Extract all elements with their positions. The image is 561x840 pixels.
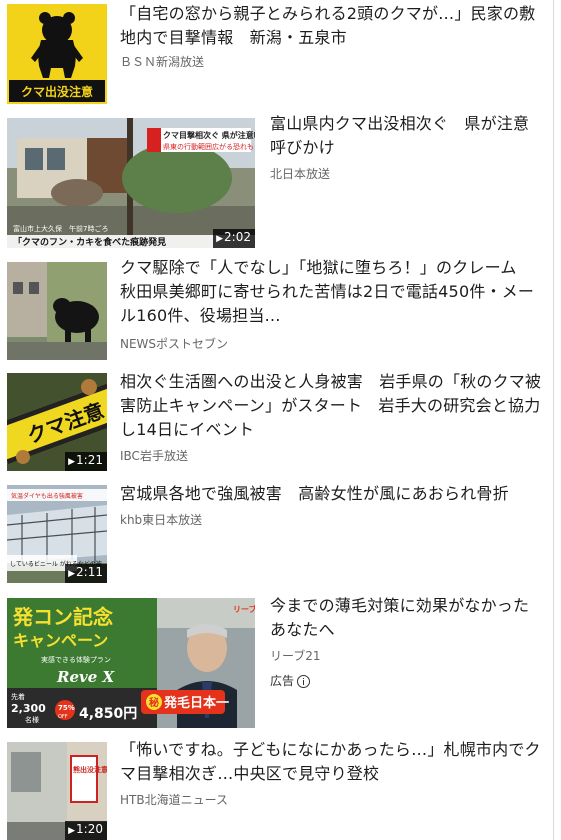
article-source: khb東日本放送 <box>120 513 203 527</box>
list-item[interactable]: クマ駆除で「人でなし」「地獄に堕ちろ！」のクレーム 秋田県美郷町に寄せられた苦情… <box>0 250 554 362</box>
list-item[interactable]: 気温ダイヤも出る強風被害 しているビニール がれるなどの被 ▶2:11 宮城県各… <box>0 474 554 586</box>
svg-text:県東の行動範囲広がる恐れも: 県東の行動範囲広がる恐れも <box>163 142 254 151</box>
article-thumbnail[interactable]: クマ出没注意 <box>7 4 107 104</box>
list-item[interactable]: 熊出没注意 ▶1:20 「怖いですね。子どもになにかあったら…」札幌市内でクマ目… <box>0 732 554 840</box>
svg-text:キャンペーン: キャンペーン <box>13 631 108 650</box>
video-duration: ▶1:21 <box>65 452 107 471</box>
article-thumbnail[interactable]: 気温ダイヤも出る強風被害 しているビニール がれるなどの被 ▶2:11 <box>7 485 107 583</box>
play-icon: ▶ <box>68 569 76 579</box>
article-title[interactable]: 相次ぐ生活圏への出没と人身被害 岩手県の「秋のクマ被害防止キャンペーン」がスター… <box>120 370 550 442</box>
svg-text:リーブ21: リーブ21 <box>233 604 255 614</box>
play-icon: ▶ <box>68 457 76 467</box>
article-title[interactable]: 宮城県各地で強風被害 高齢女性が風にあおられ骨折 <box>120 482 550 506</box>
article-source: HTB北海道ニュース <box>120 793 228 807</box>
thumbnail-image <box>7 262 107 360</box>
svg-text:4,850円: 4,850円 <box>79 706 137 722</box>
play-icon: ▶ <box>68 826 76 836</box>
article-thumbnail[interactable]: クマ目撃相次ぐ 県が注意呼びかけ 県東の行動範囲広がる恐れも 富山市上大久保 午… <box>7 118 255 248</box>
list-item[interactable]: クマ目撃相次ぐ 県が注意呼びかけ 県東の行動範囲広がる恐れも 富山市上大久保 午… <box>0 110 554 250</box>
svg-text:熊出没注意: 熊出没注意 <box>73 765 107 774</box>
article-source: NEWSポストセブン <box>120 337 229 351</box>
bear-silhouette-icon: クマ出没注意 <box>7 4 107 104</box>
video-duration: ▶2:11 <box>65 564 107 583</box>
ad-title[interactable]: 今までの薄毛対策に効果がなかったあなたへ <box>270 594 545 642</box>
svg-text:気温ダイヤも出る強風被害: 気温ダイヤも出る強風被害 <box>11 492 83 500</box>
article-title[interactable]: 「怖いですね。子どもになにかあったら…」札幌市内でクマ目撃相次ぎ…中央区で見守り… <box>120 738 550 786</box>
news-feed: クマ出没注意 「自宅の窓から親子とみられる2頭のクマが…」民家の敷地内で目撃情報… <box>0 0 554 840</box>
info-icon[interactable] <box>297 674 311 688</box>
svg-text:名様: 名様 <box>25 715 39 724</box>
thumbnail-image: リーブ21 発コン記念 キャンペーン 実感できる体験プラン Reve X 先着 … <box>7 598 255 728</box>
video-duration: ▶1:20 <box>65 821 107 840</box>
article-thumbnail[interactable]: クマ注意 ▶1:21 <box>7 373 107 471</box>
play-icon: ▶ <box>216 234 224 244</box>
thumb-label: クマ出没注意 <box>21 84 93 99</box>
list-item[interactable]: クマ注意 ▶1:21 相次ぐ生活圏への出没と人身被害 岩手県の「秋のクマ被害防止… <box>0 362 554 474</box>
svg-text:クマ目撃相次ぐ 県が注意呼びかけ: クマ目撃相次ぐ 県が注意呼びかけ <box>163 130 255 140</box>
svg-text:Reve X: Reve X <box>56 668 115 686</box>
article-thumbnail[interactable]: 熊出没注意 ▶1:20 <box>7 742 107 840</box>
ad-label[interactable]: 広告 <box>270 673 311 689</box>
article-source: ＢＳＮ新潟放送 <box>120 55 205 69</box>
svg-text:秘: 秘 <box>149 696 159 709</box>
article-title[interactable]: クマ駆除で「人でなし」「地獄に堕ちろ！」のクレーム 秋田県美郷町に寄せられた苦情… <box>120 256 545 328</box>
svg-text:「クマのフン・カキを食べた痕跡発見: 「クマのフン・カキを食べた痕跡発見 <box>13 236 166 248</box>
ad-sponsor: リーブ21 <box>270 649 321 663</box>
svg-text:75%: 75% <box>58 704 75 712</box>
article-title[interactable]: 富山県内クマ出没相次ぐ 県が注意呼びかけ <box>270 112 545 160</box>
list-item[interactable]: クマ出没注意 「自宅の窓から親子とみられる2頭のクマが…」民家の敷地内で目撃情報… <box>0 0 554 110</box>
svg-text:先着: 先着 <box>11 692 25 701</box>
video-duration: ▶2:02 <box>213 229 255 248</box>
ad-thumbnail[interactable]: リーブ21 発コン記念 キャンペーン 実感できる体験プラン Reve X 先着 … <box>7 598 255 728</box>
svg-text:発コン記念: 発コン記念 <box>12 605 113 629</box>
article-title[interactable]: 「自宅の窓から親子とみられる2頭のクマが…」民家の敷地内で目撃情報 新潟・五泉市 <box>120 2 540 50</box>
ad-item[interactable]: リーブ21 発コン記念 キャンペーン 実感できる体験プラン Reve X 先着 … <box>0 586 554 732</box>
svg-text:富山市上大久保 午前7時ごろ: 富山市上大久保 午前7時ごろ <box>13 224 108 233</box>
svg-text:実感できる体験プラン: 実感できる体験プラン <box>41 655 111 664</box>
svg-text:2,300: 2,300 <box>11 702 46 715</box>
article-source: 北日本放送 <box>270 167 331 181</box>
article-source: IBC岩手放送 <box>120 449 188 463</box>
article-thumbnail[interactable] <box>7 262 107 360</box>
svg-text:発毛日本一: 発毛日本一 <box>163 695 229 711</box>
ad-label-text: 広告 <box>270 674 295 688</box>
svg-text:OFF: OFF <box>58 714 68 720</box>
